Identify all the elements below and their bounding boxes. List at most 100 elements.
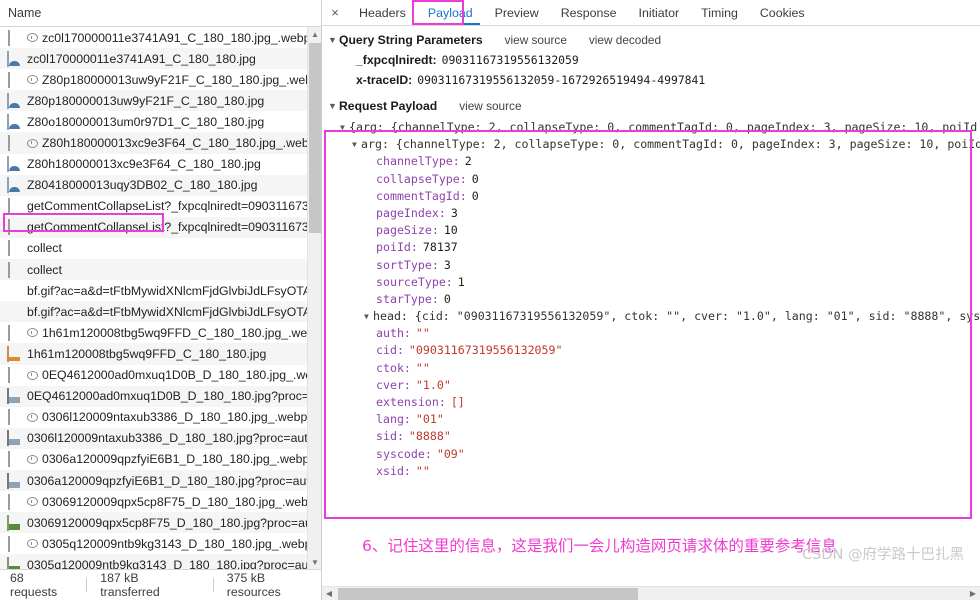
close-icon[interactable]: × — [322, 0, 348, 25]
payload-tree-line[interactable]: sortType: 3 — [322, 257, 980, 274]
scroll-up-arrow-icon[interactable]: ▲ — [308, 27, 322, 41]
query-string-section-header[interactable]: ▼ Query String Parameters view source vi… — [322, 30, 980, 50]
request-list-item[interactable]: bf.gif?ac=a&d=tFtbMywidXNlcmFjdGlvbiJdLF… — [0, 301, 321, 323]
tab-response[interactable]: Response — [550, 0, 628, 25]
request-name: collect — [27, 241, 62, 256]
column-header-name[interactable]: Name — [0, 0, 321, 27]
chevron-down-icon[interactable]: ▼ — [352, 136, 361, 153]
request-list-item[interactable]: getCommentCollapseList?_fxpcqlniredt=090… — [0, 196, 321, 217]
request-list[interactable]: zc0l170000011e3741A91_C_180_180.jpg_.web… — [0, 27, 321, 569]
request-list-item[interactable]: Z80p180000013uw9yF21F_C_180_180.jpg — [0, 90, 321, 112]
vertical-scroll-thumb[interactable] — [309, 43, 321, 233]
request-list-item[interactable]: 0306a120009qpzfyiE6B1_D_180_180.jpg?proc… — [0, 469, 321, 492]
query-string-param: x-traceID: 09031167319556132059-167292651… — [322, 70, 980, 90]
request-name: 0306l120009ntaxub3386_D_180_180.jpg_.web… — [42, 410, 321, 425]
payload-value: 3 — [443, 257, 451, 272]
payload-key: ctok: — [376, 360, 411, 375]
payload-value: 10 — [443, 223, 458, 238]
request-list-item[interactable]: getCommentCollapseList?_fxpcqlniredt=090… — [0, 216, 321, 238]
payload-tree-line[interactable]: pageIndex: 3 — [322, 205, 980, 222]
payload-tree-line[interactable]: auth: "" — [322, 325, 980, 342]
image-icon-green-glyph — [7, 556, 9, 569]
payload-tree-line[interactable]: cver: "1.0" — [322, 377, 980, 394]
request-list-item[interactable]: Z80418000013uqy3DB02_C_180_180.jpg — [0, 174, 321, 196]
payload-tree-line[interactable]: pageSize: 10 — [322, 222, 980, 239]
query-string-view-decoded-link[interactable]: view decoded — [589, 33, 661, 47]
request-list-item[interactable]: 0EQ4612000ad0mxuq1D0B_D_180_180.jpg_.web… — [0, 365, 321, 386]
scroll-right-arrow-icon[interactable]: ▶ — [966, 587, 980, 600]
chevron-down-icon[interactable]: ▼ — [364, 308, 373, 325]
request-list-item[interactable]: Z80o180000013um0r97D1_C_180_180.jpg — [0, 111, 321, 132]
scroll-down-arrow-icon[interactable]: ▼ — [308, 555, 322, 569]
request-list-item[interactable]: 1h61m120008tbg5wq9FFD_C_180_180.jpg_.web… — [0, 322, 321, 343]
request-list-item[interactable]: zc0l170000011e3741A91_C_180_180.jpg — [0, 48, 321, 70]
tab-timing[interactable]: Timing — [690, 0, 749, 25]
request-name: 03069120009qpx5cp8F75_D_180_180.jpg?proc… — [27, 515, 321, 530]
tab-headers[interactable]: Headers — [348, 0, 417, 25]
request-list-item[interactable]: Z80h180000013xc9e3F64_C_180_180.jpg_.web… — [0, 132, 321, 154]
image-icon-dark — [6, 430, 22, 447]
doc-icon — [6, 451, 22, 468]
payload-tree-line[interactable]: cid: "09031167319556132059" — [322, 342, 980, 359]
query-string-view-source-link[interactable]: view source — [505, 33, 567, 47]
tab-cookies[interactable]: Cookies — [749, 0, 816, 25]
payload-tree-line[interactable]: channelType: 2 — [322, 153, 980, 170]
payload-tree-line[interactable]: sourceType: 1 — [322, 274, 980, 291]
detail-tabbar[interactable]: × Headers Payload Preview Response Initiator… — [322, 0, 980, 26]
payload-tree-line[interactable]: ▼ arg: {channelType: 2, collapseType: 0, … — [322, 136, 980, 153]
image-icon — [6, 50, 22, 67]
tab-preview[interactable]: Preview — [484, 0, 550, 25]
payload-tree-line[interactable]: commentTagId: 0 — [322, 188, 980, 205]
payload-tree-line[interactable]: sid: "8888" — [322, 428, 980, 445]
tab-initiator[interactable]: Initiator — [628, 0, 691, 25]
param-value: 09031167319556132059-1672926519494-49978… — [417, 73, 706, 87]
image-icon-glyph — [7, 50, 9, 67]
request-list-item[interactable]: 0306l120009ntaxub3386_D_180_180.jpg?proc… — [0, 427, 321, 449]
tab-label: Initiator — [638, 5, 680, 20]
request-list-item[interactable]: 0306l120009ntaxub3386_D_180_180.jpg_.web… — [0, 407, 321, 428]
payload-tree-line[interactable]: syscode: "09" — [322, 446, 980, 463]
doc-icon-glyph — [8, 240, 10, 257]
image-icon — [6, 156, 22, 173]
request-list-item[interactable]: zc0l170000011e3741A91_C_180_180.jpg_.web… — [0, 27, 321, 48]
payload-tree-line[interactable]: ▼ {arg: {channelType: 2, collapseType: 0,… — [322, 119, 980, 136]
payload-tree-line[interactable]: ▼ head: {cid: "09031167319556132059", cto… — [322, 308, 980, 325]
payload-tree-line[interactable]: starType: 0 — [322, 291, 980, 308]
chevron-down-icon[interactable]: ▼ — [340, 119, 349, 136]
chevron-down-icon[interactable]: ▼ — [328, 101, 338, 111]
scroll-left-arrow-icon[interactable]: ◀ — [322, 587, 336, 600]
image-icon-orange-glyph — [7, 345, 9, 362]
request-list-item[interactable]: 03069120009qpx5cp8F75_D_180_180.jpg_.web… — [0, 491, 321, 512]
horizontal-scroll-thumb[interactable] — [338, 588, 638, 600]
request-list-item[interactable]: 1h61m120008tbg5wq9FFD_C_180_180.jpg — [0, 343, 321, 365]
request-list-item[interactable]: 0305q120009ntb9kg3143_D_180_180.jpg_.web… — [0, 533, 321, 554]
chevron-down-icon[interactable]: ▼ — [328, 35, 338, 45]
doc-icon-glyph — [8, 135, 10, 152]
request-list-item[interactable]: 0EQ4612000ad0mxuq1D0B_D_180_180.jpg?proc… — [0, 385, 321, 407]
payload-tree-line[interactable]: ctok: "" — [322, 360, 980, 377]
request-payload-tree[interactable]: ▼ {arg: {channelType: 2, collapseType: 0,… — [322, 116, 980, 480]
payload-tree-line[interactable]: extension: [] — [322, 394, 980, 411]
tab-payload[interactable]: Payload — [417, 0, 484, 25]
dot-icon — [6, 284, 22, 298]
request-list-vertical-scrollbar[interactable]: ▲ ▼ — [307, 27, 321, 569]
request-list-item[interactable]: collect — [0, 259, 321, 281]
request-list-item[interactable]: collect — [0, 238, 321, 259]
payload-tree-line[interactable]: xsid: "" — [322, 463, 980, 480]
payload-key: pageIndex: — [376, 205, 446, 220]
request-payload-section-header[interactable]: ▼ Request Payload view source — [322, 96, 980, 116]
request-list-item[interactable]: Z80h180000013xc9e3F64_C_180_180.jpg — [0, 154, 321, 175]
tab-label: Response — [560, 5, 617, 20]
request-list-item[interactable]: 0305q120009ntb9kg3143_D_180_180.jpg?proc… — [0, 554, 321, 569]
payload-tree-line[interactable]: lang: "01" — [322, 411, 980, 428]
request-list-item[interactable]: Z80p180000013uw9yF21F_C_180_180.jpg_.web… — [0, 69, 321, 90]
request-list-item[interactable]: 0306a120009qpzfyiE6B1_D_180_180.jpg_.web… — [0, 449, 321, 470]
request-payload-view-source-link[interactable]: view source — [459, 99, 521, 113]
request-payload-title: Request Payload — [339, 99, 438, 113]
payload-horizontal-scrollbar[interactable]: ◀ ▶ — [322, 586, 980, 600]
param-value: 09031167319556132059 — [441, 53, 579, 67]
payload-tree-line[interactable]: collapseType: 0 — [322, 171, 980, 188]
request-list-item[interactable]: bf.gif?ac=a&d=tFtbMywidXNlcmFjdGlvbiJdLF… — [0, 280, 321, 301]
payload-tree-line[interactable]: poiId: 78137 — [322, 239, 980, 256]
request-list-item[interactable]: 03069120009qpx5cp8F75_D_180_180.jpg?proc… — [0, 512, 321, 534]
